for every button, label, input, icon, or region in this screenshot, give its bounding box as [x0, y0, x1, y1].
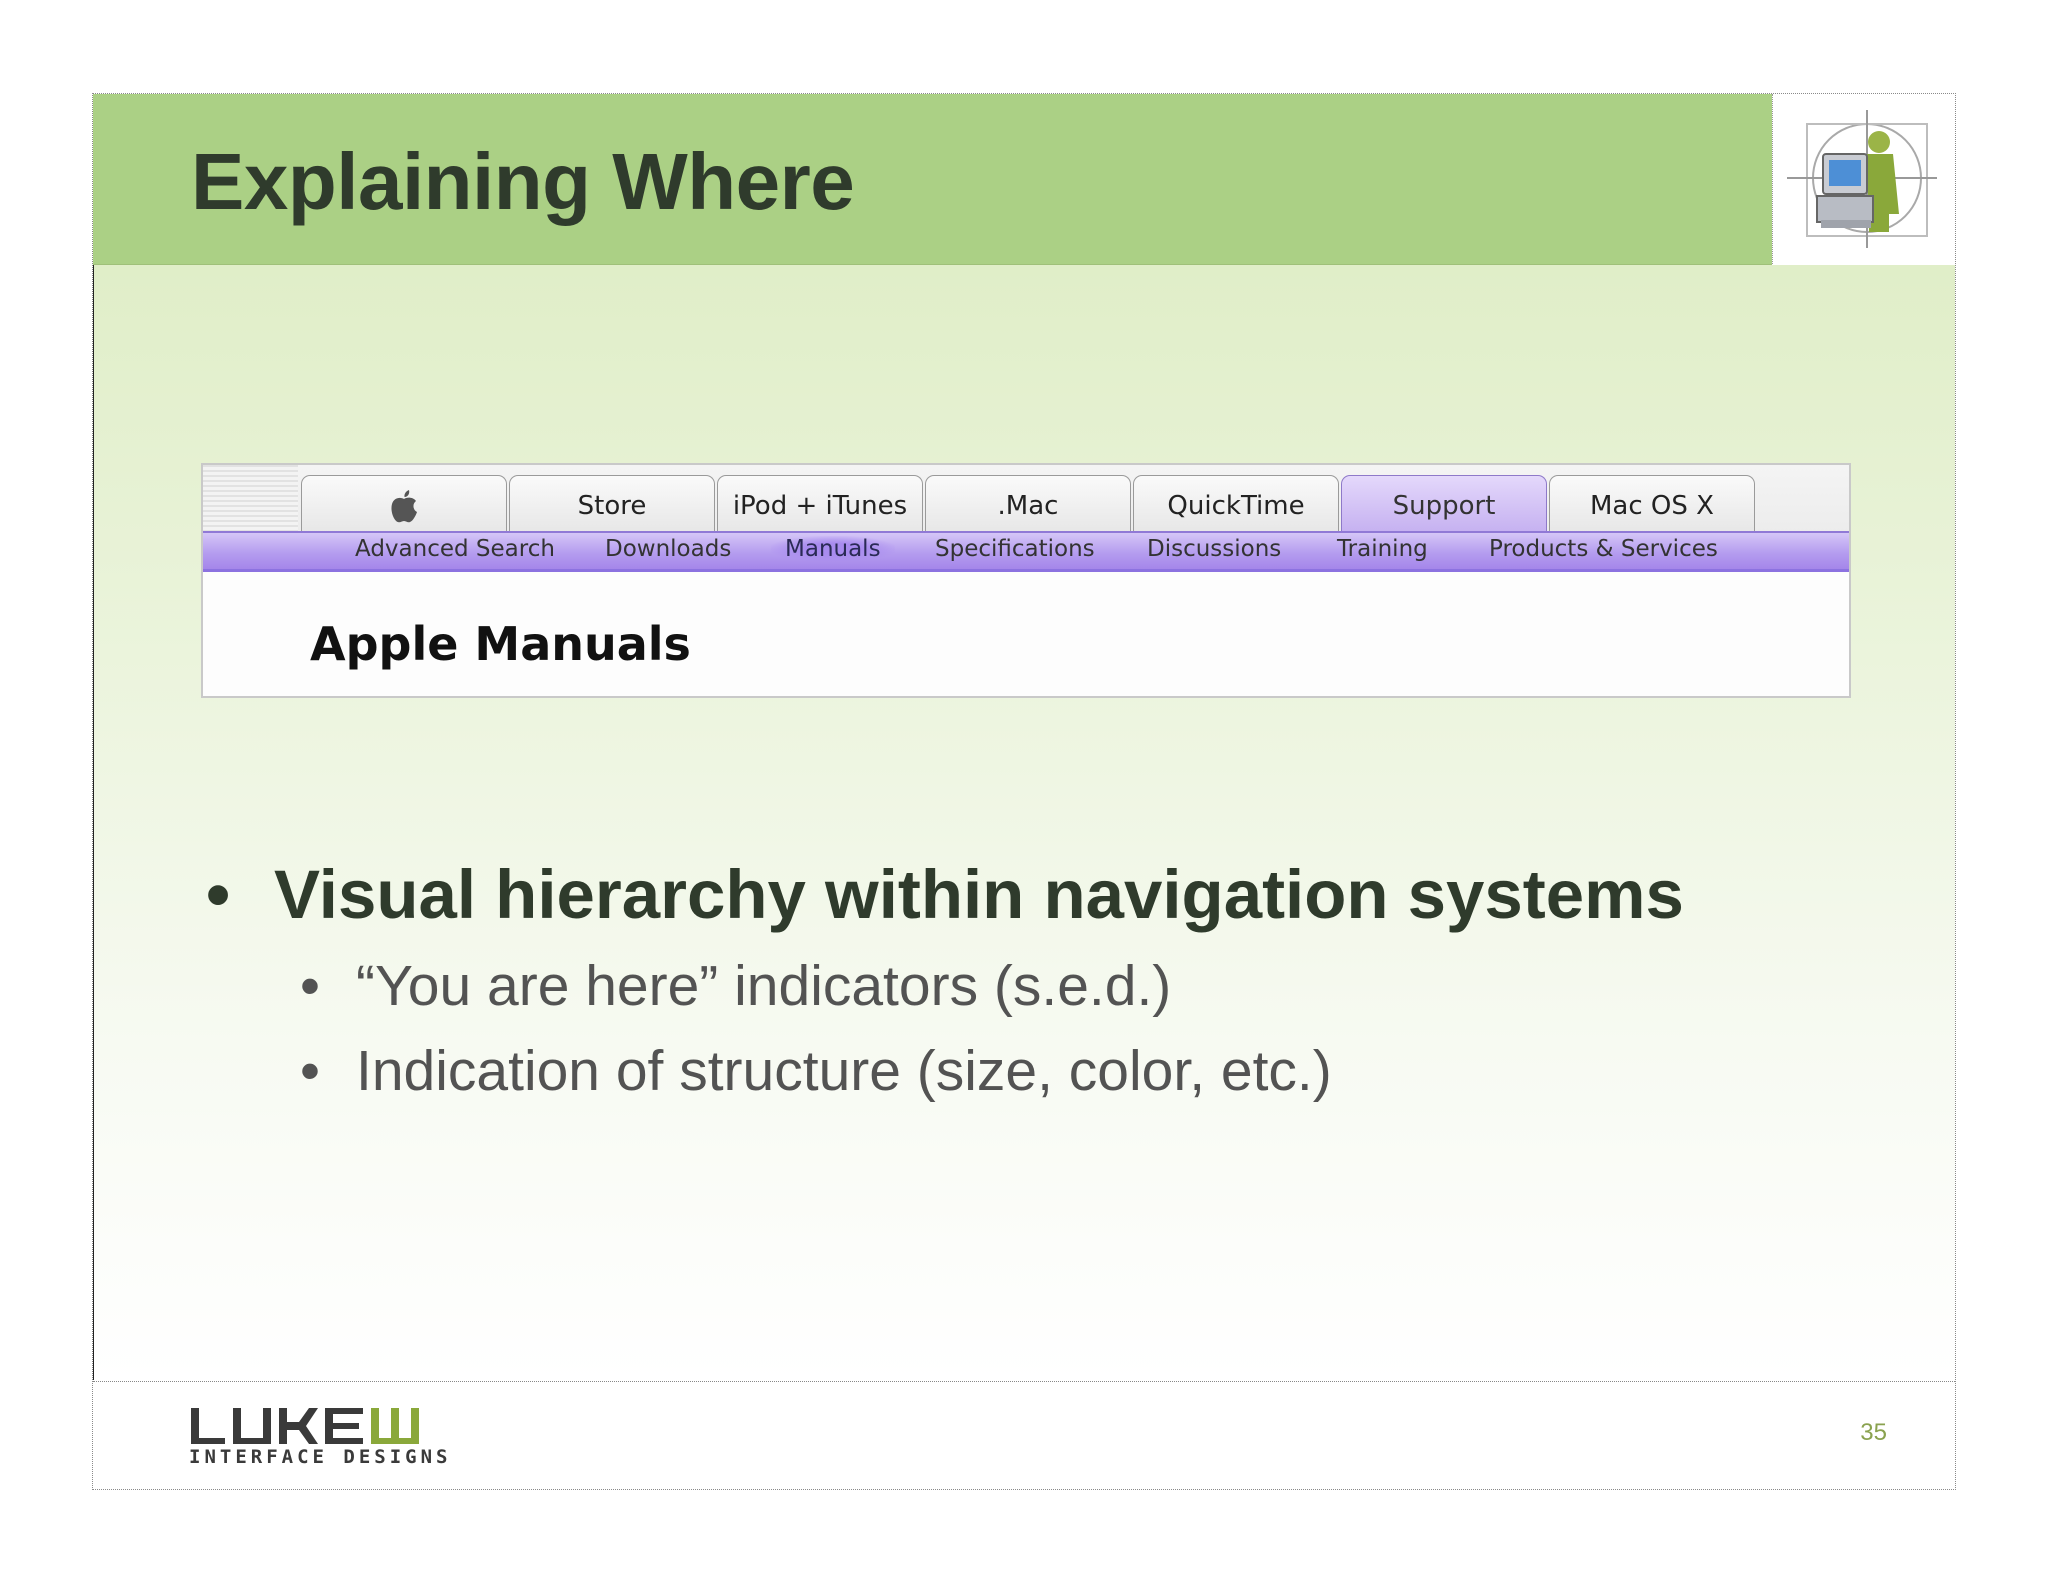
tab-apple[interactable] — [301, 475, 507, 535]
apple-manuals-heading: Apple Manuals — [310, 617, 691, 671]
person-computer-icon — [1787, 110, 1937, 248]
slide-title: Explaining Where — [191, 137, 855, 226]
tab-mac[interactable]: .Mac — [925, 475, 1131, 535]
bullet-marker: • — [300, 954, 320, 1018]
tab-mac-os-x[interactable]: Mac OS X — [1549, 475, 1755, 535]
bullet-marker: • — [300, 1039, 320, 1103]
tab-quicktime[interactable]: QuickTime — [1133, 475, 1339, 535]
subnav-products-services[interactable]: Products & Services — [1489, 536, 1718, 562]
slide-body: Store iPod + iTunes .Mac QuickTime Suppo… — [93, 265, 1955, 1380]
bullet-main-text: Visual hierarchy within navigation syste… — [274, 856, 1684, 933]
subnav-discussions[interactable]: Discussions — [1147, 536, 1281, 562]
bullet-sub-1-text: “You are here” indicators (s.e.d.) — [356, 954, 1172, 1018]
apple-logo-icon — [391, 489, 417, 522]
subnav-downloads[interactable]: Downloads — [605, 536, 731, 562]
tab-store[interactable]: Store — [509, 475, 715, 535]
slide: Explaining Where Store iPod + iTunes .Ma… — [92, 93, 1956, 1490]
tab-ipod-itunes[interactable]: iPod + iTunes — [717, 475, 923, 535]
tab-support[interactable]: Support — [1341, 475, 1547, 535]
page-number: 35 — [1860, 1419, 1887, 1446]
apple-site-screenshot: Store iPod + iTunes .Mac QuickTime Suppo… — [201, 463, 1851, 698]
tab-bar: Store iPod + iTunes .Mac QuickTime Suppo… — [203, 465, 1849, 535]
bullet-marker: • — [206, 856, 231, 933]
subnav-manuals[interactable]: Manuals — [771, 536, 895, 562]
lukew-logo — [191, 1408, 419, 1444]
subnav-specifications[interactable]: Specifications — [935, 536, 1095, 562]
tab-bar-stripes — [203, 465, 298, 535]
support-subnav: Advanced Search Downloads Manuals Specif… — [203, 531, 1849, 572]
subnav-advanced-search[interactable]: Advanced Search — [355, 536, 555, 562]
subnav-training[interactable]: Training — [1337, 536, 1428, 562]
bullet-sub-2-text: Indication of structure (size, color, et… — [356, 1039, 1332, 1103]
corner-logo — [1772, 94, 1955, 264]
slide-footer: INTERFACE DESIGNS 35 — [93, 1381, 1955, 1489]
title-band: Explaining Where — [93, 94, 1772, 265]
brand-tagline: INTERFACE DESIGNS — [189, 1446, 452, 1468]
